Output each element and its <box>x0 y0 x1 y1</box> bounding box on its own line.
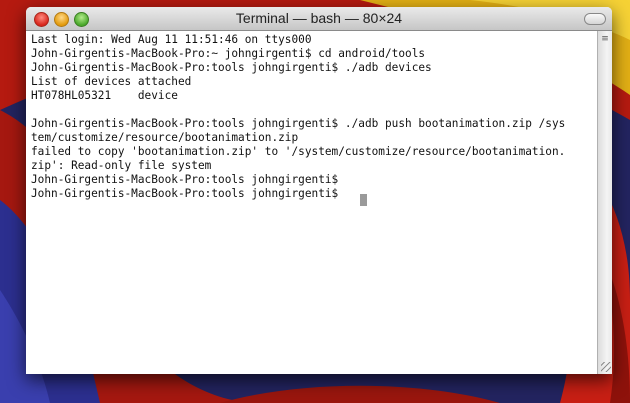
terminal-line: Last login: Wed Aug 11 11:51:46 on ttys0… <box>31 33 312 46</box>
terminal-line: HT078HL05321 device <box>31 89 178 102</box>
terminal-line: John-Girgentis-MacBook-Pro:tools johngir… <box>31 117 566 130</box>
terminal-line: zip': Read-only file system <box>31 159 212 172</box>
terminal-line: failed to copy 'bootanimation.zip' to '/… <box>31 145 566 158</box>
terminal-line: John-Girgentis-MacBook-Pro:tools johngir… <box>31 173 339 186</box>
terminal-line: John-Girgentis-MacBook-Pro:tools johngir… <box>31 61 432 74</box>
title-bar[interactable]: Terminal — bash — 80×24 <box>26 7 612 31</box>
terminal-line: tem/customize/resource/bootanimation.zip <box>31 131 299 144</box>
scroll-list-icon[interactable]: ≡ <box>600 34 610 44</box>
terminal-window[interactable]: Terminal — bash — 80×24 Last login: Wed … <box>26 7 612 374</box>
terminal-prompt-line: John-Girgentis-MacBook-Pro:tools johngir… <box>31 187 345 200</box>
terminal-line: List of devices attached <box>31 75 192 88</box>
terminal-output[interactable]: Last login: Wed Aug 11 11:51:46 on ttys0… <box>26 31 597 374</box>
vertical-scrollbar[interactable]: ≡ <box>597 31 612 374</box>
window-title: Terminal — bash — 80×24 <box>235 10 403 26</box>
toolbar-toggle-button[interactable] <box>584 13 606 25</box>
text-cursor <box>360 194 367 206</box>
terminal-line: John-Girgentis-MacBook-Pro:~ johngirgent… <box>31 47 426 60</box>
resize-grip-icon[interactable] <box>601 362 611 372</box>
